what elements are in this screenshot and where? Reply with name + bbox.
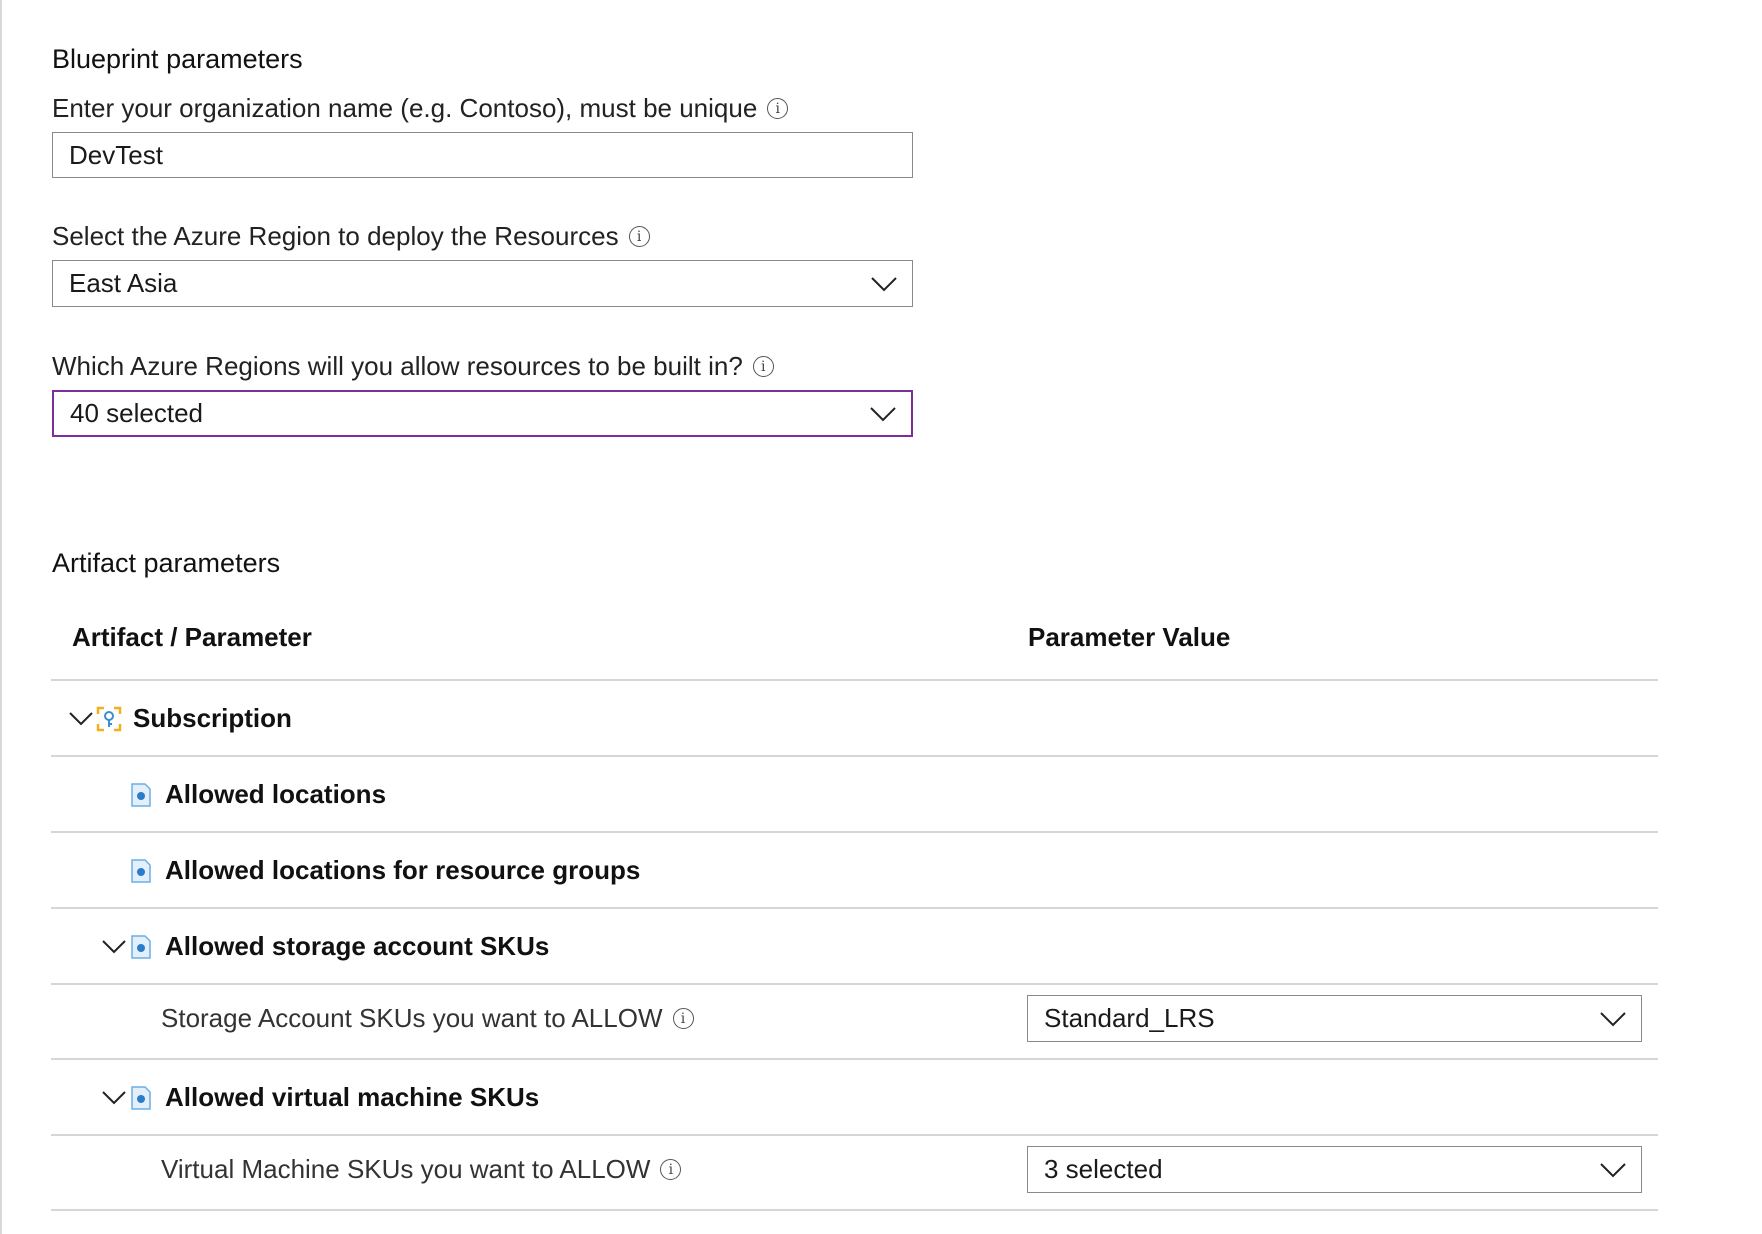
org-name-value: DevTest [69, 139, 163, 170]
policy-document-icon [131, 783, 151, 807]
subscription-key-icon [96, 706, 122, 732]
allowed-regions-label-row: Which Azure Regions will you allow resou… [52, 351, 774, 382]
info-circle-icon[interactable]: i [752, 356, 774, 377]
region-label: Select the Azure Region to deploy the Re… [52, 221, 619, 251]
storage-skus-label[interactable]: Allowed storage account SKUs [165, 931, 549, 962]
chevron-down-icon [871, 276, 897, 291]
row-divider [51, 755, 1658, 757]
chevron-down-icon [1600, 1011, 1626, 1026]
allowed-locations-rg-label[interactable]: Allowed locations for resource groups [165, 855, 640, 886]
region-dropdown-value: East Asia [69, 268, 178, 298]
policy-document-icon [131, 935, 151, 959]
allowed-regions-dropdown[interactable]: 40 selected [52, 390, 913, 437]
subscription-label[interactable]: Subscription [133, 703, 292, 734]
vm-skus-label[interactable]: Allowed virtual machine SKUs [165, 1082, 539, 1113]
storage-param-label: Storage Account SKUs you want to ALLOW [161, 1003, 663, 1033]
row-divider [51, 1134, 1658, 1136]
info-circle-icon[interactable]: i [672, 1008, 694, 1029]
vm-sku-value: 3 selected [1044, 1154, 1163, 1184]
info-circle-icon[interactable]: i [628, 226, 650, 247]
row-divider [51, 1209, 1658, 1211]
storage-sku-dropdown[interactable]: Standard_LRS [1027, 995, 1642, 1042]
vm-sku-dropdown[interactable]: 3 selected [1027, 1146, 1642, 1193]
chevron-down-icon [870, 406, 896, 421]
chevron-down-icon[interactable] [69, 712, 93, 726]
chevron-down-icon[interactable] [102, 1091, 126, 1105]
info-circle-icon[interactable]: i [767, 98, 789, 119]
allowed-regions-dropdown-value: 40 selected [70, 398, 203, 428]
column-header-artifact: Artifact / Parameter [72, 622, 312, 652]
row-divider [51, 679, 1658, 681]
row-divider [51, 983, 1658, 985]
chevron-down-icon[interactable] [102, 940, 126, 954]
chevron-down-icon [1600, 1162, 1626, 1177]
row-divider [51, 831, 1658, 833]
org-name-label-row: Enter your organization name (e.g. Conto… [52, 93, 789, 124]
artifact-parameters-heading: Artifact parameters [52, 548, 281, 578]
policy-document-icon [131, 859, 151, 883]
vm-param-label: Virtual Machine SKUs you want to ALLOW [161, 1154, 651, 1184]
org-name-label: Enter your organization name (e.g. Conto… [52, 93, 758, 123]
storage-param-label-row: Storage Account SKUs you want to ALLOW i [161, 1003, 694, 1034]
info-circle-icon[interactable]: i [660, 1159, 682, 1180]
blueprint-parameters-heading: Blueprint parameters [52, 44, 303, 74]
region-label-row: Select the Azure Region to deploy the Re… [52, 221, 650, 252]
storage-sku-value: Standard_LRS [1044, 1003, 1215, 1033]
row-divider [51, 1058, 1658, 1060]
allowed-regions-label: Which Azure Regions will you allow resou… [52, 351, 743, 381]
policy-document-icon [131, 1086, 151, 1110]
vm-param-label-row: Virtual Machine SKUs you want to ALLOW i [161, 1154, 682, 1185]
column-header-value: Parameter Value [1028, 622, 1231, 652]
allowed-locations-label[interactable]: Allowed locations [165, 779, 386, 810]
org-name-input[interactable]: DevTest [52, 132, 913, 178]
row-divider [51, 907, 1658, 909]
region-dropdown[interactable]: East Asia [52, 260, 913, 307]
left-panel-border [0, 0, 2, 1234]
